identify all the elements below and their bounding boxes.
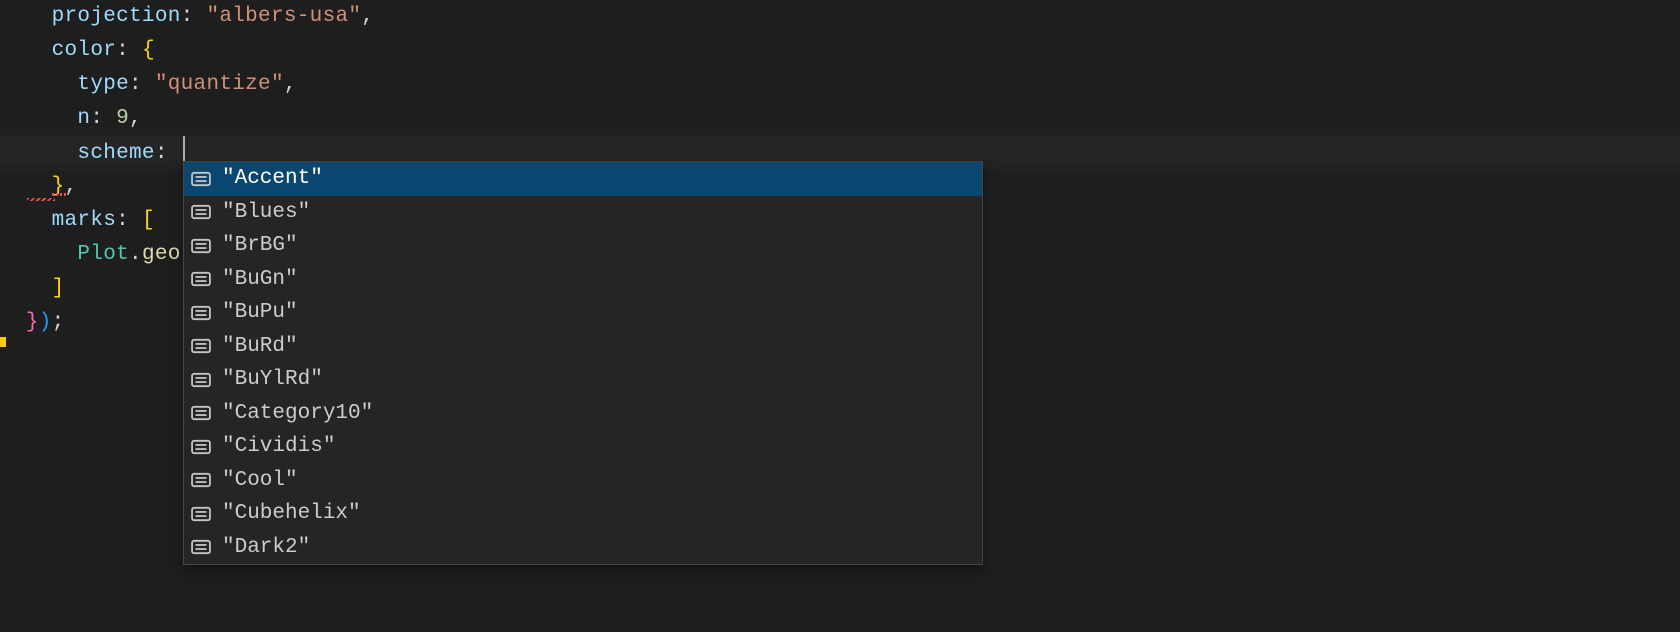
enum-member-icon [190,235,212,257]
enum-member-icon [190,436,212,458]
autocomplete-item[interactable]: "BuPu" [184,296,982,330]
code-token: n [77,107,90,130]
enum-member-icon [190,369,212,391]
autocomplete-item-label: "BuPu" [222,301,298,324]
code-line[interactable]: n: 9, [0,102,1680,136]
autocomplete-item-label: "Accent" [222,167,323,190]
code-token: "albers-usa" [206,5,361,28]
close-brace: } [52,175,65,198]
autocomplete-item[interactable]: "Accent" [184,162,982,196]
autocomplete-item-label: "Category10" [222,402,373,425]
autocomplete-item[interactable]: "BuYlRd" [184,363,982,397]
enum-member-icon [190,335,212,357]
enum-member-icon [190,402,212,424]
autocomplete-item[interactable]: "Category10" [184,397,982,431]
enum-member-icon [190,201,212,223]
code-line[interactable]: type: "quantize", [0,68,1680,102]
autocomplete-item-label: "BrBG" [222,234,298,257]
autocomplete-item-label: "Cubehelix" [222,502,361,525]
close-paren: ) [39,311,52,334]
autocomplete-item-label: "BuGn" [222,268,298,291]
close-bracket: ] [52,277,65,300]
enum-member-icon [190,469,212,491]
code-token: color [52,39,117,62]
autocomplete-item-label: "BuRd" [222,335,298,358]
code-token: marks [52,209,117,232]
code-token: geo [142,243,181,266]
autocomplete-item[interactable]: "Cool" [184,464,982,498]
gutter-warning-icon[interactable] [0,337,6,347]
autocomplete-item[interactable]: "Dark2" [184,531,982,565]
code-token: scheme [77,142,154,165]
close-brace: } [26,311,39,334]
autocomplete-item-label: "BuYlRd" [222,368,323,391]
autocomplete-popup[interactable]: "Accent" "Blues" "BrBG" "BuGn" "BuPu" "BuRd" "… [183,161,983,565]
autocomplete-item-label: "Dark2" [222,536,310,559]
autocomplete-item-label: "Cool" [222,469,298,492]
autocomplete-item-label: "Blues" [222,201,310,224]
enum-member-icon [190,536,212,558]
code-token: Plot [77,243,129,266]
text-cursor [183,136,185,164]
autocomplete-item[interactable]: "BrBG" [184,229,982,263]
open-brace: { [142,39,155,62]
code-token: "quantize" [155,73,284,96]
error-squiggle [27,198,55,201]
code-line[interactable]: color: { [0,34,1680,68]
code-token: 9 [116,107,129,130]
autocomplete-item[interactable]: "BuRd" [184,330,982,364]
code-token: type [77,73,129,96]
autocomplete-item[interactable]: "Blues" [184,196,982,230]
autocomplete-item[interactable]: "Cubehelix" [184,497,982,531]
autocomplete-item[interactable]: "Cividis" [184,430,982,464]
enum-member-icon [190,302,212,324]
enum-member-icon [190,503,212,525]
autocomplete-item[interactable]: "BuGn" [184,263,982,297]
code-token: projection [52,5,181,28]
enum-member-icon [190,168,212,190]
enum-member-icon [190,268,212,290]
autocomplete-item-label: "Cividis" [222,435,335,458]
open-bracket: [ [142,209,155,232]
code-line[interactable]: projection: "albers-usa", [0,0,1680,34]
